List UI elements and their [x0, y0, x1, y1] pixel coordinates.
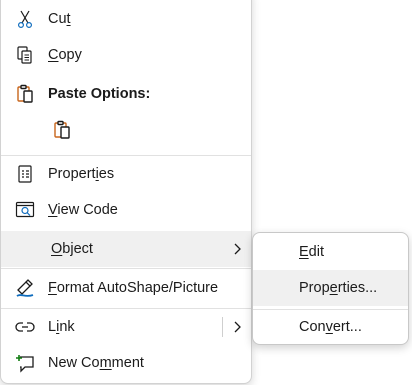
menu-item-label: Edit — [299, 244, 324, 260]
properties-icon — [15, 164, 35, 184]
menu-item-label: New Comment — [48, 355, 144, 371]
new-comment-icon — [15, 353, 35, 373]
menu-item-format-autoshape[interactable]: Format AutoShape/Picture — [1, 270, 251, 306]
menu-item-label: Cut — [48, 11, 71, 27]
menu-item-copy[interactable]: Copy — [1, 37, 251, 73]
submenu-item-edit[interactable]: Edit — [253, 234, 408, 270]
menu-item-new-comment[interactable]: New Comment — [1, 345, 251, 381]
format-shape-icon — [15, 278, 35, 298]
menu-separator — [1, 268, 251, 269]
link-icon — [15, 317, 35, 337]
paste-options-header: Paste Options: — [1, 76, 251, 112]
paste-options-label: Paste Options: — [48, 86, 151, 102]
menu-item-properties[interactable]: Properties — [1, 156, 251, 192]
view-code-icon — [15, 200, 35, 220]
menu-item-label: Format AutoShape/Picture — [48, 280, 219, 296]
object-submenu: Edit Properties... Convert... — [252, 232, 409, 345]
menu-item-label: Object — [51, 241, 93, 257]
menu-item-object[interactable]: Object — [1, 231, 251, 267]
submenu-item-convert[interactable]: Convert... — [253, 309, 408, 345]
context-menu: Cut Copy Paste Options: Properties View … — [0, 0, 252, 384]
menu-item-label: View Code — [48, 202, 118, 218]
scissors-icon — [15, 9, 35, 29]
menu-item-label: Link — [48, 319, 75, 335]
menu-item-view-code[interactable]: View Code — [1, 192, 251, 228]
menu-item-label: Copy — [48, 47, 82, 63]
menu-item-link[interactable]: Link — [1, 309, 251, 345]
copy-icon — [15, 45, 35, 65]
split-divider — [222, 317, 223, 337]
menu-item-label: Properties — [48, 166, 115, 182]
chevron-right-icon — [232, 241, 242, 257]
chevron-right-icon[interactable] — [232, 319, 242, 335]
submenu-item-properties[interactable]: Properties... — [253, 270, 408, 306]
menu-item-label: Convert... — [299, 319, 362, 335]
paste-keep-source-icon — [52, 120, 72, 140]
menu-item-label: Properties... — [299, 280, 378, 296]
menu-item-cut[interactable]: Cut — [1, 1, 251, 37]
paste-icon — [15, 84, 35, 104]
paste-keep-source-button[interactable] — [47, 113, 77, 147]
